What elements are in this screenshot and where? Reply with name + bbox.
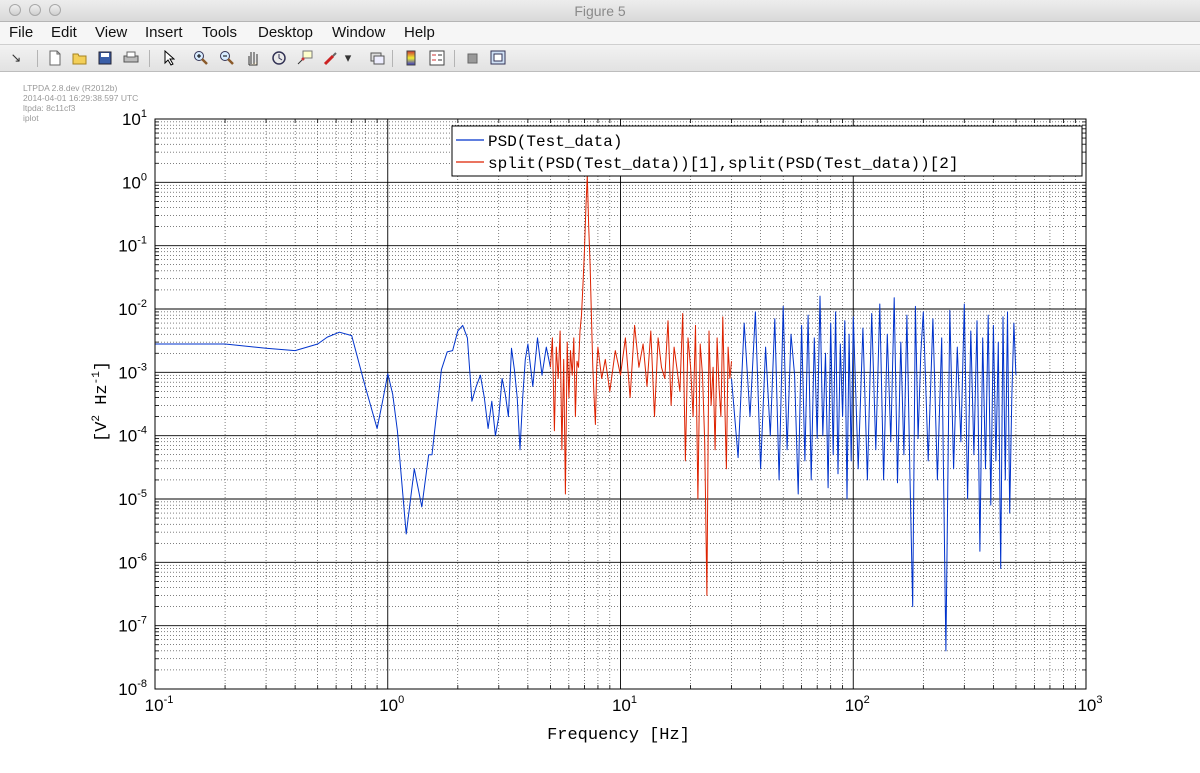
toolbar-separator [149,50,150,67]
y-tick-label: 10-7 [118,615,147,636]
x-axis-label: Frequency [Hz] [547,726,690,745]
save-icon[interactable] [96,50,114,66]
menu-tools[interactable]: Tools [202,24,237,41]
menu-edit[interactable]: Edit [51,24,77,41]
toolbar-separator [454,50,455,67]
y-tick-label: 10-6 [118,551,147,572]
y-tick-label: 10-4 [118,425,147,446]
y-tick-label: 10-5 [118,488,147,509]
x-tick-label: 100 [379,694,404,715]
x-tick-labels: 10-1 100 101 102 103 [145,694,1103,715]
series-psd-line [155,324,551,535]
zoom-in-icon[interactable] [192,50,210,66]
legend-entry-split: split(PSD(Test_data))[1],split(PSD(Test_… [488,155,958,173]
print-icon[interactable] [122,50,140,66]
figure-window: Figure 5 File Edit View Insert Tools Des… [0,0,1200,773]
y-tick-label: 100 [122,171,147,192]
open-file-icon[interactable] [71,50,89,66]
title-bar: Figure 5 [0,0,1200,22]
y-tick-label: 10-3 [118,361,147,382]
menu-file[interactable]: File [9,24,33,41]
menu-view[interactable]: View [95,24,127,41]
rotate-3d-icon[interactable] [270,50,288,66]
menu-window[interactable]: Window [332,24,385,41]
window-title: Figure 5 [574,3,626,19]
x-tick-label: 10-1 [145,694,174,715]
zoom-out-icon[interactable] [218,50,236,66]
series-psd-line [731,295,1017,652]
menu-insert[interactable]: Insert [145,24,183,41]
menu-bar: File Edit View Insert Tools Desktop Wind… [0,22,1200,44]
figure-toolbar: ↘ ▾ [0,44,1200,72]
brush-icon[interactable] [321,50,339,66]
hide-plot-tools-icon[interactable] [463,50,481,66]
figure-canvas[interactable]: LTPDA 2.8.dev (R2012b) 2014-04-01 16:29:… [0,72,1200,773]
toolbar-separator [392,50,393,67]
y-tick-label: 10-1 [118,235,147,256]
menu-help[interactable]: Help [404,24,435,41]
pan-hand-icon[interactable] [244,50,262,66]
data-cursor-icon[interactable] [296,50,314,66]
x-tick-label: 103 [1077,694,1102,715]
legend[interactable]: PSD(Test_data) split(PSD(Test_data))[1],… [451,125,1083,177]
legend-icon[interactable] [428,50,446,66]
legend-entry-psd: PSD(Test_data) [488,133,622,151]
colorbar-icon[interactable] [402,50,420,66]
menu-desktop[interactable]: Desktop [258,24,313,41]
x-tick-label: 101 [612,694,637,715]
y-tick-label: 10-8 [118,678,147,699]
new-figure-icon[interactable] [46,50,64,66]
show-plot-tools-icon[interactable] [489,50,507,66]
y-tick-label: 10-2 [118,298,147,319]
toolbar-separator [37,50,38,67]
pointer-icon[interactable] [160,50,178,66]
series-layer [155,174,1017,652]
x-tick-label: 102 [845,694,870,715]
link-plot-icon[interactable] [368,50,386,66]
psd-plot[interactable]: 10-1 100 101 102 103 10110010-110-210-310-41… [0,72,1200,773]
dock-arrow-icon[interactable]: ↘ [7,50,25,66]
y-axis-label: [V2 Hz-1] [91,361,112,442]
y-tick-labels: 101 100 10-1 10-2 10-3 10-4 10-5 10-6 10-7 10-8 [118,108,147,699]
brush-dropdown-icon[interactable]: ▾ [343,50,353,66]
y-tick-label: 101 [122,108,147,129]
